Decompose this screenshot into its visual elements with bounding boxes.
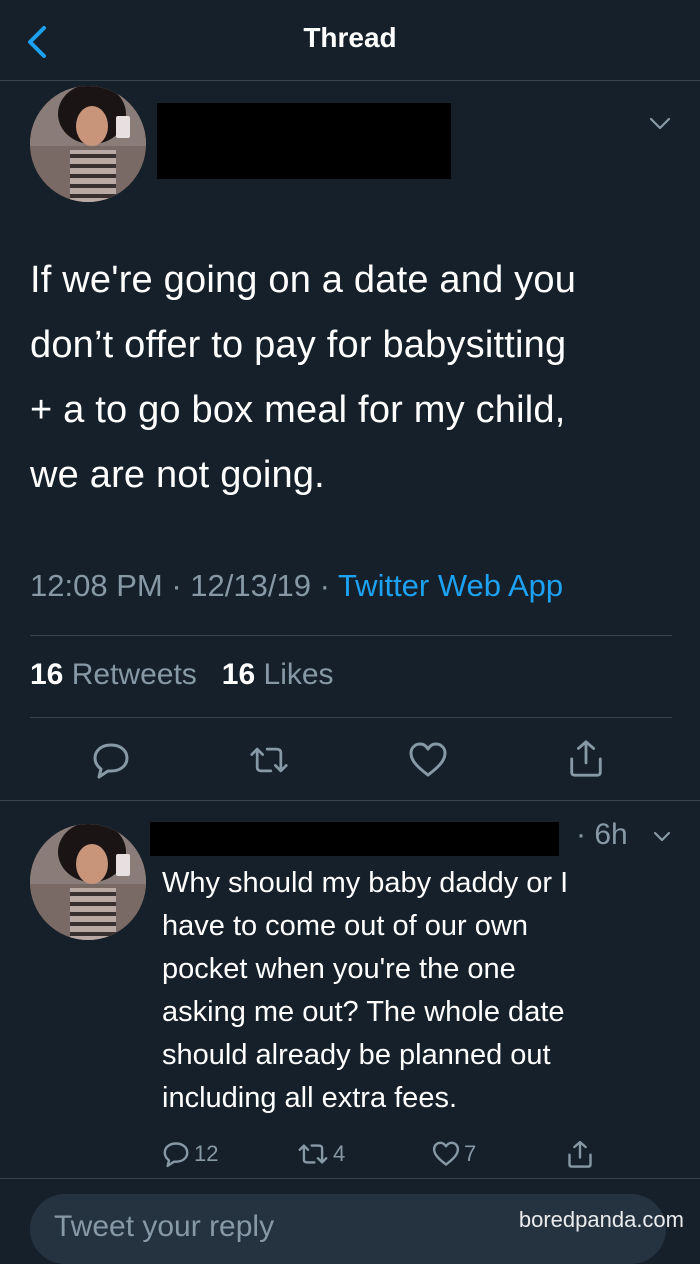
reply-share-button[interactable]: [566, 1138, 598, 1170]
likes-stat[interactable]: 16 Likes: [222, 658, 334, 691]
tweet-source-link[interactable]: Twitter Web App: [338, 568, 563, 603]
chevron-down-icon[interactable]: [652, 830, 672, 844]
redacted-username: [157, 103, 451, 179]
avatar-photo: [30, 824, 146, 940]
reply-retweet-count: 4: [333, 1141, 346, 1166]
likes-count: 16: [221, 658, 256, 691]
thread-header: Thread: [0, 0, 700, 81]
retweets-count: 16: [30, 658, 64, 691]
like-icon: [432, 1141, 460, 1166]
chevron-down-icon[interactable]: [648, 116, 672, 132]
avatar-photo: [30, 86, 146, 202]
compose-placeholder: Tweet your reply: [54, 1210, 275, 1243]
meta-separator: ·: [319, 568, 338, 603]
page-title: Thread: [303, 22, 397, 53]
tweet-date: 12/13/19: [190, 568, 311, 603]
reply-replies-button[interactable]: 12: [162, 1138, 218, 1170]
divider: [0, 800, 700, 801]
tweet-time: 12:08 PM: [30, 568, 163, 603]
reply-icon[interactable]: [91, 740, 131, 780]
retweet-icon[interactable]: [249, 740, 289, 780]
reply-like-button[interactable]: 7: [432, 1138, 476, 1170]
divider: [30, 717, 672, 718]
meta-separator: ·: [171, 568, 191, 603]
share-icon[interactable]: [566, 738, 606, 778]
reply-text: Why should my baby daddy or I have to co…: [162, 867, 569, 1114]
reply-replies-count: 12: [194, 1141, 219, 1166]
tweet-meta: 12:08 PM · 12/13/19 · Twitter Web App: [30, 568, 563, 604]
share-icon: [568, 1140, 592, 1168]
reply-icon: [163, 1142, 189, 1168]
reply-time: · 6h: [576, 818, 628, 851]
redacted-reply-username: [150, 822, 559, 856]
reply-avatar[interactable]: [30, 824, 146, 940]
avatar[interactable]: [30, 86, 146, 202]
tweet-stats: 16 Retweets 16 Likes: [30, 658, 334, 692]
divider: [0, 1178, 700, 1179]
likes-label: Likes: [263, 658, 334, 691]
reply-retweet-button[interactable]: 4: [297, 1138, 345, 1170]
watermark: boredpanda.com: [518, 1207, 684, 1232]
reply-time-value: 6h: [594, 818, 628, 851]
reply-like-count: 7: [464, 1141, 477, 1166]
retweets-stat[interactable]: 16 Retweets: [30, 658, 197, 691]
divider: [30, 635, 672, 636]
like-icon[interactable]: [408, 740, 448, 780]
tweet-text: If we're going on a date and you don’t o…: [30, 259, 577, 496]
retweets-label: Retweets: [71, 658, 197, 691]
retweet-icon: [298, 1144, 328, 1164]
